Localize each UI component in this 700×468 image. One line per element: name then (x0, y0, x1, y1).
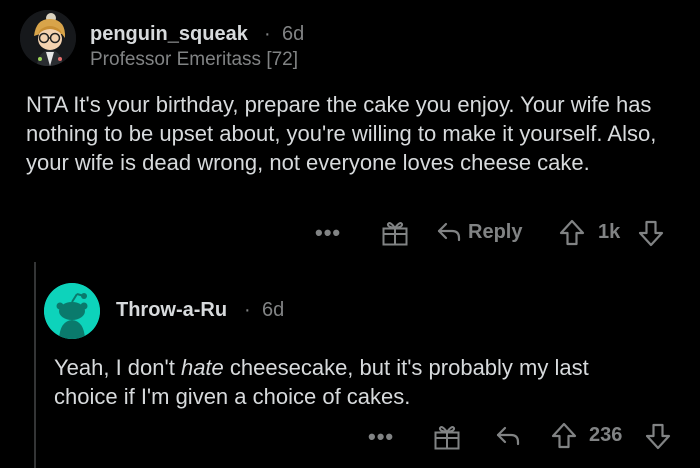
gift-icon (434, 426, 460, 450)
downvote-arrow-icon (645, 423, 671, 450)
user-flair: Professor Emeritass [72] (90, 49, 299, 70)
reply-arrow-icon (437, 222, 461, 242)
upvote-arrow-icon (551, 422, 577, 449)
reply-age: 6d (262, 299, 285, 321)
comment-username[interactable]: penguin_squeak (90, 23, 248, 46)
upvote-button[interactable] (559, 219, 585, 246)
user-avatar[interactable] (20, 10, 76, 66)
reply-button[interactable]: Reply (436, 220, 522, 244)
upvote-arrow-icon (559, 219, 585, 246)
reply-avatar[interactable] (44, 283, 100, 339)
comment-age: 6d (282, 23, 305, 45)
reply-username[interactable]: Throw-a-Ru (116, 299, 227, 322)
reply-downvote-button[interactable] (645, 423, 671, 450)
gift-icon (382, 222, 408, 246)
penguin-avatar-icon (20, 10, 76, 66)
reply-body: Yeah, I don't hate cheesecake, but it's … (54, 353, 654, 411)
downvote-button[interactable] (638, 220, 664, 247)
downvote-arrow-icon (638, 220, 664, 247)
reply-arrow-icon (496, 426, 520, 446)
reply-body-before: Yeah, I don't (54, 355, 181, 380)
reply-more-options-button[interactable]: ••• (368, 424, 394, 450)
meta-separator: · (264, 23, 271, 45)
thread-line[interactable] (34, 262, 36, 468)
reply-award-button[interactable] (433, 424, 461, 450)
award-button[interactable] (381, 220, 409, 246)
vote-count: 1k (598, 221, 621, 243)
reply-label: Reply (468, 220, 523, 243)
more-options-button[interactable]: ••• (315, 220, 341, 246)
comment-body: NTA It's your birthday, prepare the cake… (26, 92, 657, 175)
reply-vote-count: 236 (589, 424, 623, 446)
snoo-avatar-icon (44, 283, 100, 339)
reply-reply-button[interactable] (495, 424, 521, 448)
reply-upvote-button[interactable] (551, 422, 577, 449)
reply-body-emphasis: hate (180, 355, 224, 380)
reply-meta-separator: · (244, 299, 251, 321)
